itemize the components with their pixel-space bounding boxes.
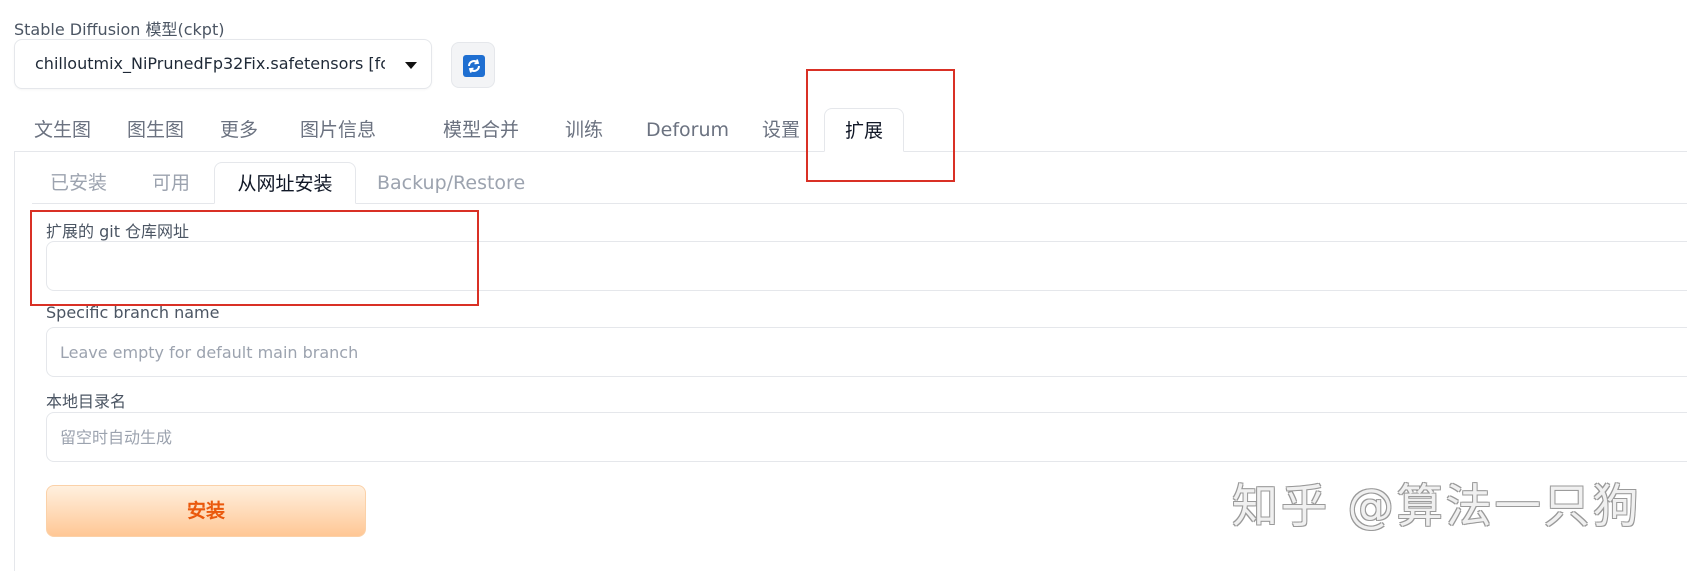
- subtab-available[interactable]: 可用: [152, 162, 190, 204]
- subtab-installed[interactable]: 已安装: [50, 162, 107, 204]
- tab-settings[interactable]: 设置: [762, 108, 800, 152]
- branch-input[interactable]: [46, 327, 1687, 377]
- model-select[interactable]: chilloutmix_NiPrunedFp32Fix.safetensors …: [14, 39, 432, 89]
- dir-input[interactable]: [46, 412, 1687, 462]
- tab-png-info[interactable]: 图片信息: [300, 108, 376, 152]
- subtab-install-from-url[interactable]: 从网址安装: [214, 162, 356, 204]
- tab-img2img[interactable]: 图生图: [127, 108, 184, 152]
- subtab-backup-restore[interactable]: Backup/Restore: [377, 162, 525, 204]
- refresh-button[interactable]: [451, 42, 495, 88]
- tab-txt2img[interactable]: 文生图: [34, 108, 91, 152]
- highlight-box-git-url: [30, 210, 479, 306]
- tab-train[interactable]: 训练: [565, 108, 603, 152]
- dir-label: 本地目录名: [46, 392, 127, 411]
- tab-checkpoint-merger[interactable]: 模型合并: [443, 108, 519, 152]
- tab-extras[interactable]: 更多: [220, 108, 258, 152]
- model-label: Stable Diffusion 模型(ckpt): [14, 20, 225, 39]
- highlight-box-extensions-tab: [806, 69, 955, 182]
- refresh-icon: [463, 55, 485, 77]
- install-button[interactable]: 安装: [46, 485, 366, 537]
- chevron-down-icon: [405, 62, 417, 69]
- model-select-value: chilloutmix_NiPrunedFp32Fix.safetensors …: [35, 54, 385, 73]
- watermark: 知乎 @算法一只狗: [1232, 479, 1642, 533]
- tab-deforum[interactable]: Deforum: [646, 108, 729, 152]
